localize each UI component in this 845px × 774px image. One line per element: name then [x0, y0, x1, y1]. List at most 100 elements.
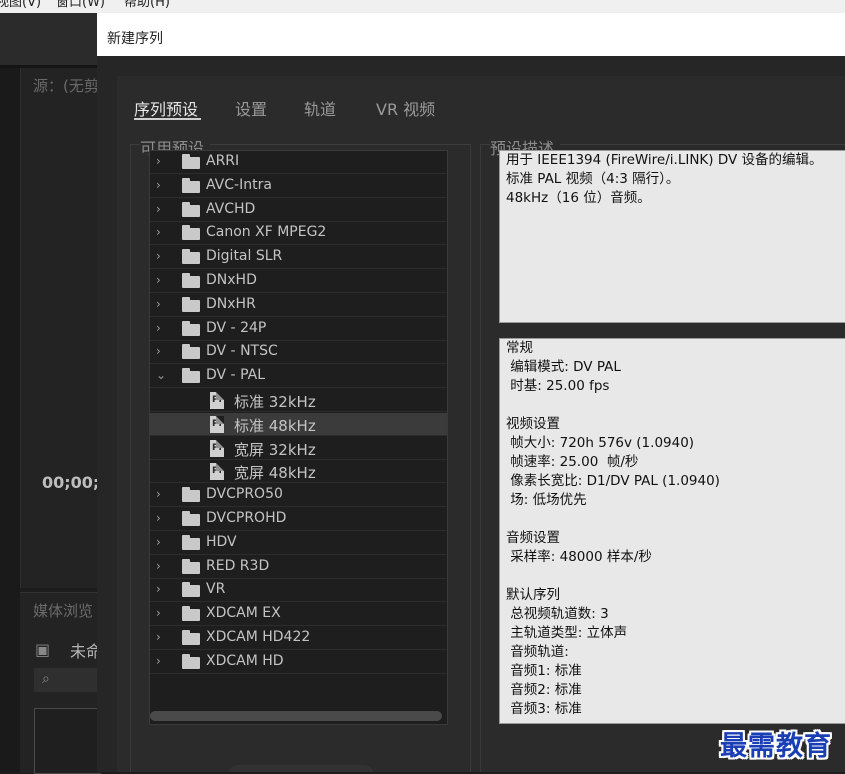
premiere-preset-icon: Pr	[210, 439, 224, 457]
tab-sequence-presets[interactable]: 序列预设	[134, 96, 198, 120]
preset-item-label: 标准 32kHz	[234, 393, 316, 411]
active-tab-indicator	[134, 118, 201, 120]
source-monitor-panel	[20, 68, 101, 588]
premiere-preset-icon: Pr	[210, 415, 224, 433]
preset-folder-label: VR	[206, 581, 226, 598]
folder-icon	[182, 249, 200, 265]
folder-icon	[182, 154, 200, 169]
tab-settings[interactable]: 设置	[235, 96, 267, 120]
preset-item-label: 宽屏 48kHz	[234, 464, 316, 483]
folder-icon	[182, 320, 200, 336]
detail-line: 音频3: 标准	[506, 701, 582, 717]
preset-folder-row[interactable]: › RED R3D	[150, 556, 447, 579]
detail-line: 帧大小: 720h 576v (1.0940)	[506, 435, 695, 451]
preset-folder-row[interactable]: › ARRI	[150, 151, 447, 174]
dialog-titlebar[interactable]: 新建序列	[97, 13, 845, 56]
preset-folder-row[interactable]: › XDCAM HD422	[150, 627, 447, 650]
chevron-right-icon[interactable]: ›	[156, 653, 168, 669]
media-thumbnail[interactable]	[34, 708, 101, 774]
tab-vr-video[interactable]: VR 视频	[376, 96, 435, 120]
preset-tree[interactable]: › ARRI › AVC-Intra › AVCHD › Canon XF MPEG2 › Dig…	[149, 150, 448, 725]
preset-folder-row[interactable]: › DV - NTSC	[150, 341, 447, 365]
detail-line: 采样率: 48000 样本/秒	[506, 549, 652, 565]
folder-icon	[182, 368, 200, 384]
preset-folder-row[interactable]: › DVCPRO50	[150, 484, 447, 508]
preset-item-row[interactable]: Pr 标准 32kHz	[150, 389, 447, 412]
detail-line: 音频设置	[506, 530, 560, 546]
chevron-right-icon[interactable]: ›	[156, 629, 168, 645]
chevron-right-icon[interactable]: ›	[156, 272, 168, 288]
chevron-right-icon[interactable]: ›	[156, 605, 168, 621]
preset-folder-row[interactable]: › XDCAM EX	[150, 603, 447, 627]
detail-line: 视频设置	[506, 416, 560, 432]
preset-item-row[interactable]: Pr 标准 48kHz	[150, 412, 447, 436]
preset-folder-row[interactable]: › XDCAM HD	[150, 651, 447, 674]
chevron-right-icon[interactable]: ›	[156, 534, 168, 550]
chevron-down-icon[interactable]: ⌄	[156, 367, 168, 383]
menu-window[interactable]: 窗口(W)	[56, 0, 105, 9]
preset-item-row[interactable]: Pr 宽屏 48kHz	[150, 460, 447, 484]
folder-icon	[182, 558, 200, 574]
search-icon: ⌕	[42, 671, 50, 687]
background-left-strip	[0, 68, 20, 772]
detail-line	[506, 567, 841, 586]
detail-line: 常规	[506, 340, 533, 356]
folder-icon	[182, 344, 200, 360]
preset-folder-label: Digital SLR	[206, 248, 283, 265]
preset-folder-label: RED R3D	[206, 557, 270, 574]
chevron-right-icon[interactable]: ›	[156, 296, 168, 312]
source-monitor-label: 源：(无剪	[33, 77, 99, 95]
folder-icon	[182, 511, 200, 526]
chevron-right-icon[interactable]: ›	[156, 581, 168, 597]
preset-folder-row[interactable]: › DNxHD	[150, 270, 447, 293]
preset-folder-label: AVC-Intra	[206, 176, 272, 193]
preset-folder-row[interactable]: › AVCHD	[150, 199, 447, 222]
preset-folder-label: XDCAM HD422	[206, 629, 311, 645]
detail-line: 音频轨道:	[506, 644, 569, 660]
preset-folder-row[interactable]: › AVC-Intra	[150, 175, 447, 198]
preset-folder-row[interactable]: › DV - 24P	[150, 318, 447, 341]
preset-item-row[interactable]: Pr 宽屏 32kHz	[150, 437, 447, 460]
background-toolbar	[0, 13, 100, 65]
preset-folder-row[interactable]: › DVCPROHD	[150, 508, 447, 531]
media-browser-label: 媒体浏览	[33, 602, 94, 620]
folder-icon	[182, 534, 200, 550]
dialog-title: 新建序列	[107, 31, 163, 47]
detail-line: 音频1: 标准	[506, 663, 582, 679]
detail-line	[506, 510, 841, 529]
preset-tree-scrollbar[interactable]	[150, 711, 442, 721]
preset-folder-row[interactable]: › HDV	[150, 532, 447, 555]
chevron-right-icon[interactable]: ›	[156, 558, 168, 574]
folder-icon	[182, 201, 200, 217]
menu-view[interactable]: 视图(V)	[0, 0, 41, 9]
chevron-right-icon[interactable]: ›	[156, 177, 168, 193]
tab-tracks[interactable]: 轨道	[304, 96, 336, 120]
chevron-right-icon[interactable]: ›	[156, 201, 168, 217]
premiere-preset-icon: Pr	[210, 392, 224, 409]
watermark-logo: 最需教育	[720, 731, 832, 762]
chevron-right-icon[interactable]: ›	[156, 510, 168, 526]
preset-description-text: 用于 IEEE1394 (FireWire/i.LINK) DV 设备的编辑。 …	[499, 150, 845, 323]
detail-line: 帧速率: 25.00 帧/秒	[506, 454, 639, 470]
save-preset-button[interactable]	[228, 765, 374, 772]
preset-folder-label: XDCAM EX	[206, 605, 281, 622]
folder-icon	[182, 273, 200, 288]
preset-folder-label: DNxHD	[206, 272, 257, 288]
preset-folder-row[interactable]: › Canon XF MPEG2	[150, 222, 447, 246]
chevron-right-icon[interactable]: ›	[156, 320, 168, 336]
preset-folder-row[interactable]: ⌄ DV - PAL	[150, 365, 447, 389]
menu-help[interactable]: 帮助(H)	[124, 0, 170, 9]
chevron-right-icon[interactable]: ›	[156, 153, 168, 169]
preset-folder-row[interactable]: › DNxHR	[150, 294, 447, 317]
description-line: 用于 IEEE1394 (FireWire/i.LINK) DV 设备的编辑。	[506, 152, 823, 168]
chevron-right-icon[interactable]: ›	[156, 224, 168, 240]
menu-bar: 视图(V) 窗口(W) 帮助(H)	[0, 0, 845, 13]
preset-folder-row[interactable]: › Digital SLR	[150, 246, 447, 270]
chevron-right-icon[interactable]: ›	[156, 486, 168, 502]
description-line: 48kHz（16 位）音频。	[506, 190, 651, 206]
preset-item-label: 标准 48kHz	[234, 416, 316, 435]
detail-line	[506, 396, 841, 415]
chevron-right-icon[interactable]: ›	[156, 248, 168, 264]
chevron-right-icon[interactable]: ›	[156, 343, 168, 359]
preset-folder-row[interactable]: › VR	[150, 579, 447, 603]
